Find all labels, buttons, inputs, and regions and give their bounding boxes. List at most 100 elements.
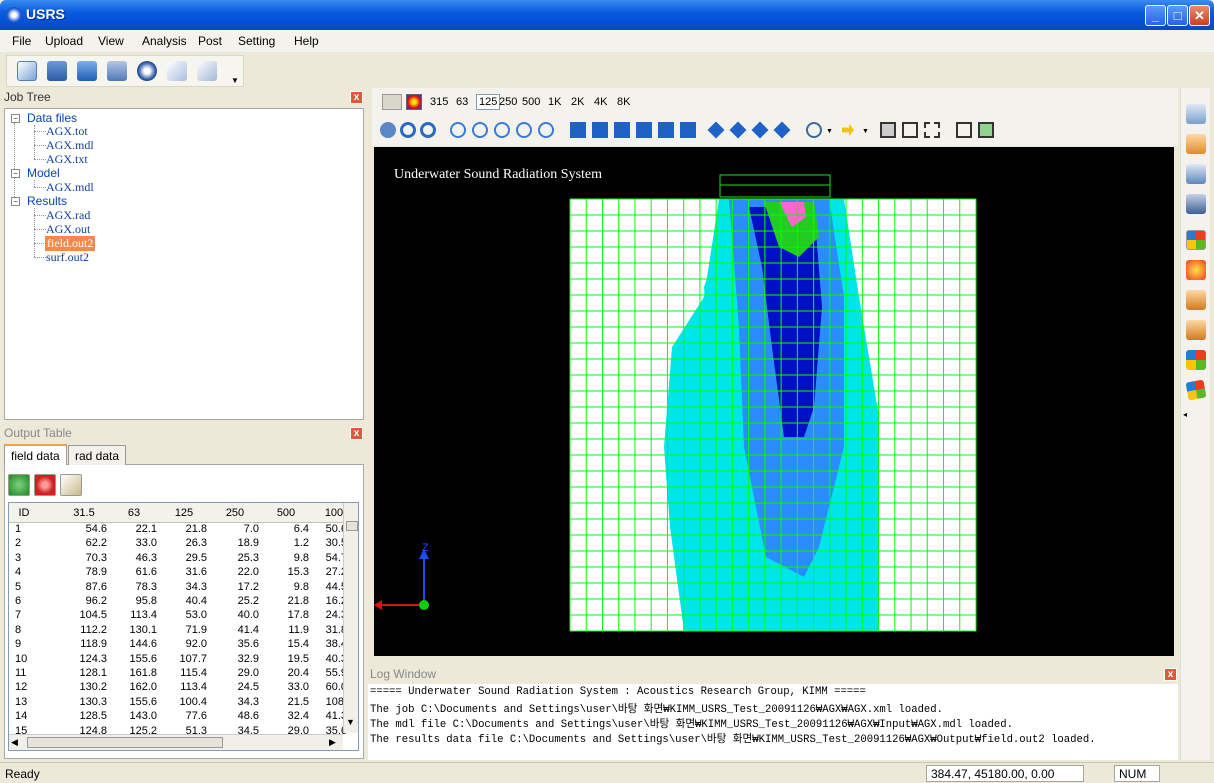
- table-row[interactable]: 11 128.1 161.8 115.4 29.0 20.4 55.9: [9, 667, 349, 681]
- display-solid-icon[interactable]: [880, 122, 896, 138]
- tab-rad-data[interactable]: rad data: [68, 445, 127, 465]
- table-row[interactable]: 7 104.5 113.4 53.0 40.0 17.8 24.3: [9, 609, 349, 623]
- layout-dark-icon[interactable]: [1186, 194, 1206, 214]
- view-iso4-icon[interactable]: [773, 121, 791, 139]
- layout-orange-icon[interactable]: [1186, 134, 1206, 154]
- tree-item[interactable]: AGX.out: [46, 222, 90, 237]
- table-row[interactable]: 9 118.9 144.6 92.0 35.6 15.4 38.4: [9, 638, 349, 652]
- toolbar-overflow-icon[interactable]: ▼: [231, 76, 239, 85]
- view-iso1-icon[interactable]: [707, 121, 725, 139]
- output-table-close-icon[interactable]: x: [350, 427, 363, 440]
- menu-view[interactable]: View: [98, 34, 124, 48]
- zoom-out-icon[interactable]: [494, 122, 510, 138]
- export-icon[interactable]: [60, 474, 82, 496]
- data-sheet-icon[interactable]: [77, 61, 97, 81]
- shade-mode-icon[interactable]: [382, 94, 402, 110]
- view-bottom-icon[interactable]: [680, 122, 696, 138]
- tree-folder-results[interactable]: Results: [27, 194, 67, 208]
- maximize-button[interactable]: □: [1167, 5, 1188, 26]
- tree-item-selected[interactable]: field.out2: [45, 236, 96, 251]
- zoom-fit-icon[interactable]: [538, 122, 554, 138]
- windows-logo-icon[interactable]: [1186, 230, 1206, 250]
- layout-icon[interactable]: [1186, 104, 1206, 124]
- view-right-icon[interactable]: [636, 122, 652, 138]
- view-iso3-icon[interactable]: [751, 121, 769, 139]
- menu-upload[interactable]: Upload: [45, 34, 83, 48]
- orbit-icon[interactable]: [806, 122, 822, 138]
- zoom-in-icon[interactable]: [472, 122, 488, 138]
- frequency-4K-button[interactable]: 4K: [594, 96, 607, 108]
- table-row[interactable]: 6 96.2 95.8 40.4 25.2 21.8 16.2: [9, 595, 349, 609]
- tree-folder-model[interactable]: Model: [27, 166, 60, 180]
- tree-item[interactable]: AGX.txt: [46, 152, 88, 167]
- new-job-icon[interactable]: [17, 61, 37, 81]
- contour-icon[interactable]: [406, 94, 422, 110]
- frequency-1K-button[interactable]: 1K: [548, 96, 561, 108]
- zoom-icon[interactable]: [450, 122, 466, 138]
- col-header[interactable]: 125: [159, 507, 209, 519]
- tile-orange2-icon[interactable]: [1186, 320, 1206, 340]
- frequency-250-button[interactable]: 250: [499, 96, 517, 108]
- view-top-icon[interactable]: [658, 122, 674, 138]
- col-header[interactable]: 250: [209, 507, 261, 519]
- menu-file[interactable]: File: [12, 34, 31, 48]
- expand-data-files-icon[interactable]: −: [11, 114, 20, 123]
- menu-analysis[interactable]: Analysis: [142, 34, 187, 48]
- tab-field-data[interactable]: field data: [4, 444, 67, 465]
- col-header[interactable]: 63: [109, 507, 159, 519]
- run-analysis-icon[interactable]: [137, 61, 157, 81]
- frequency-2K-button[interactable]: 2K: [571, 96, 584, 108]
- expand-results-icon[interactable]: −: [11, 197, 20, 206]
- tree-item[interactable]: AGX.rad: [46, 208, 90, 223]
- table-row[interactable]: 5 87.6 78.3 34.3 17.2 9.8 44.5: [9, 581, 349, 595]
- tile-orange-icon[interactable]: [1186, 290, 1206, 310]
- table-row[interactable]: 3 70.3 46.3 29.5 25.3 9.8 54.7: [9, 552, 349, 566]
- tree-folder-data-files[interactable]: Data files: [27, 111, 77, 125]
- zoom-window-icon[interactable]: [516, 122, 532, 138]
- frequency-8K-button[interactable]: 8K: [617, 96, 630, 108]
- frequency-125-button[interactable]: 125: [476, 94, 501, 110]
- tree-item[interactable]: AGX.mdl: [46, 180, 94, 195]
- view-back-icon[interactable]: [592, 122, 608, 138]
- tree-item[interactable]: AGX.tot: [46, 124, 88, 139]
- col-header[interactable]: 500: [261, 507, 311, 519]
- scroll-thumb[interactable]: [27, 737, 223, 748]
- section-icon[interactable]: [956, 122, 972, 138]
- view-front-icon[interactable]: [570, 122, 586, 138]
- table-row[interactable]: 8 112.2 130.1 71.9 41.4 11.9 31.8: [9, 624, 349, 638]
- menu-help[interactable]: Help: [294, 34, 319, 48]
- frequency-63-button[interactable]: 63: [456, 96, 468, 108]
- stop-icon[interactable]: [34, 474, 56, 496]
- colormap-icon[interactable]: [1186, 260, 1206, 280]
- section-fill-icon[interactable]: [978, 122, 994, 138]
- more-icon[interactable]: ◂: [1183, 410, 1187, 419]
- table-row[interactable]: 14 128.5 143.0 77.6 48.6 32.4 41.3: [9, 710, 349, 724]
- table-row[interactable]: 1 54.6 22.1 21.8 7.0 6.4 50.6: [9, 523, 349, 537]
- horizontal-scrollbar[interactable]: ◀ ▶: [9, 734, 343, 750]
- tree-item[interactable]: surf.out2: [46, 250, 89, 265]
- frequency-500-button[interactable]: 500: [522, 96, 540, 108]
- job-tree-close-icon[interactable]: x: [350, 91, 363, 104]
- display-hidden-icon[interactable]: [924, 122, 940, 138]
- tile-color-icon[interactable]: [1186, 350, 1206, 370]
- col-header[interactable]: ID: [9, 507, 39, 519]
- table-row[interactable]: 13 130.3 155.6 100.4 34.3 21.5 108.: [9, 696, 349, 710]
- log-window-close-icon[interactable]: x: [1164, 668, 1177, 681]
- table-row[interactable]: 12 130.2 162.0 113.4 24.5 33.0 60.0: [9, 681, 349, 695]
- pan-hand-icon[interactable]: [380, 122, 396, 138]
- scroll-right-icon[interactable]: ▶: [329, 737, 336, 748]
- expand-model-icon[interactable]: −: [11, 169, 20, 178]
- view-iso2-icon[interactable]: [729, 121, 747, 139]
- open-folder-icon[interactable]: [47, 61, 67, 81]
- visualization-canvas[interactable]: Underwater Sound Radiation System Z: [374, 147, 1174, 656]
- scroll-down-icon[interactable]: ▼: [346, 717, 355, 727]
- display-wire-icon[interactable]: [902, 122, 918, 138]
- rotate-reverse-icon[interactable]: [420, 122, 436, 138]
- scroll-left-icon[interactable]: ◀: [11, 737, 18, 748]
- menu-post[interactable]: Post: [198, 34, 222, 48]
- table-row[interactable]: 10 124.3 155.6 107.7 32.9 19.5 40.3: [9, 653, 349, 667]
- layout-blue-icon[interactable]: [1186, 164, 1206, 184]
- close-button[interactable]: ✕: [1189, 5, 1210, 26]
- table-row[interactable]: 4 78.9 61.6 31.6 22.0 15.3 27.2: [9, 566, 349, 580]
- col-header[interactable]: 31.5: [59, 507, 109, 519]
